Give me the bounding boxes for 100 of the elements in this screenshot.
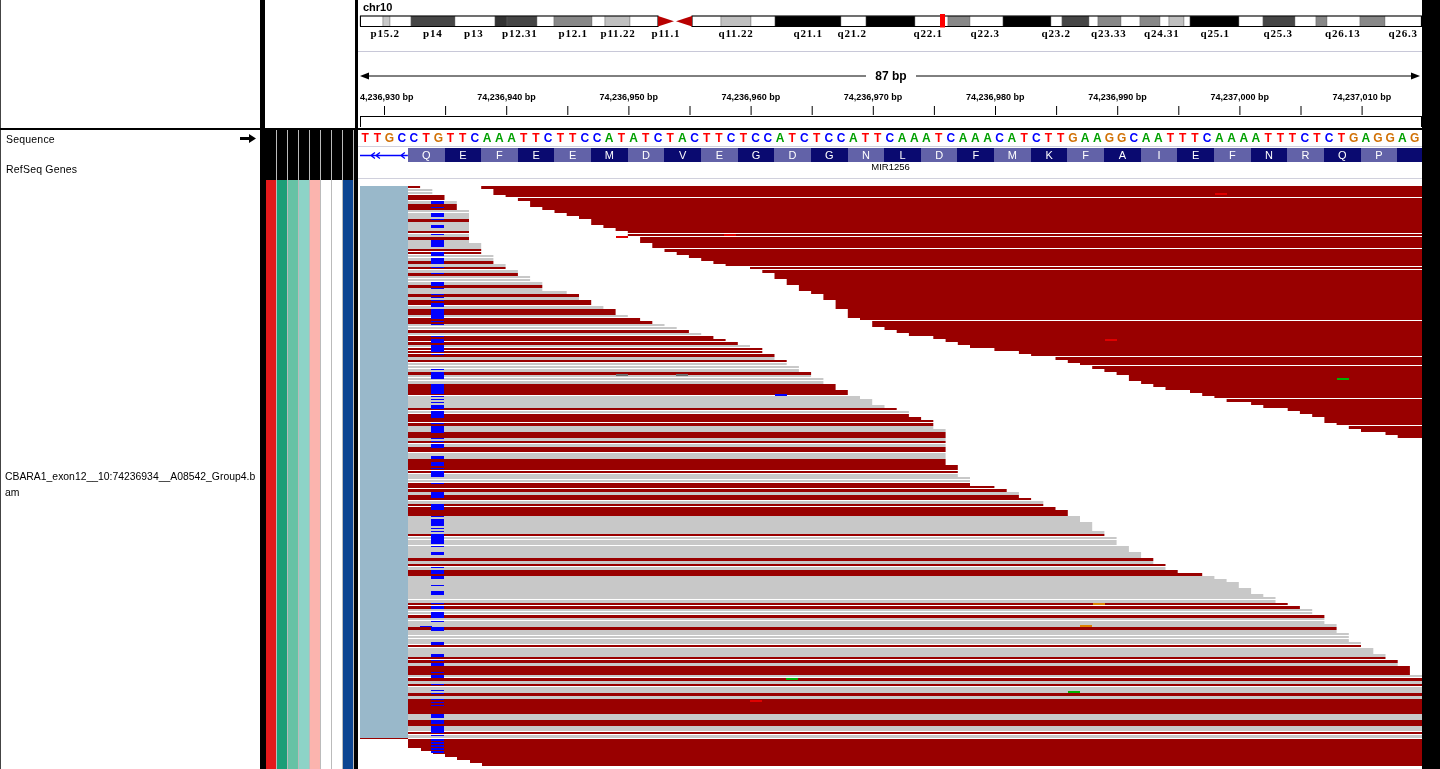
base-letter: C [1129,131,1139,145]
base-letter: C [690,131,699,145]
cytoband-label: p11.1 [651,28,681,39]
cytoband-label: p14 [423,28,443,39]
base-letter: A [1239,131,1249,145]
base-letter: C [653,131,663,145]
base-letter: A [1153,131,1163,145]
base-letter: A [604,131,614,145]
base-letter: C [1031,131,1041,145]
ruler-tick-label: 74,236,970 bp [843,92,903,102]
base-letter: T [446,131,455,145]
amino-acid-block: Q [407,148,445,162]
ruler-tick-label: 74,237,000 bp [1210,92,1269,102]
base-letter: T [459,131,467,145]
amino-acid-block: V [664,148,701,162]
base-letter: A [678,131,687,145]
base-letter: T [739,131,748,145]
gene-name: MIR1256 [871,162,910,172]
amino-acid-block: F [481,148,518,162]
ruler-tick-label: 74,236,980 bp [966,92,1025,102]
amino-acid-block: Q [1323,148,1361,162]
amino-acid-block: R [1287,148,1324,162]
chromosome-ideogram[interactable] [358,13,1422,28]
base-letter: A [482,131,492,145]
amino-acid-block: E [517,148,555,162]
base-letter: A [629,131,638,145]
base-letter: T [1337,131,1345,145]
base-letter: T [1313,131,1321,145]
base-letter: C [543,131,553,145]
base-letter: C [397,131,407,145]
base-letter: C [409,131,419,145]
base-letter: A [1092,131,1102,145]
partial-codon-block [1397,148,1422,162]
base-letter: T [703,131,711,145]
ruler-tick-label: 4,236,930 bp [360,92,414,102]
cytoband-label: q23.33 [1091,28,1127,39]
cytoband-label: p12.1 [558,28,588,39]
cytoband-label: p12.31 [502,28,538,39]
amino-acid-block: F [1213,148,1251,162]
base-letter: C [1300,131,1310,145]
base-letter: G [1068,131,1078,145]
base-letter: T [1276,131,1284,145]
base-letter: A [507,131,516,145]
amino-acid-block: M [591,148,628,162]
track-name[interactable]: Sequence [6,133,55,145]
base-letter: C [946,131,956,145]
amino-acid-block: E [444,148,482,162]
base-letter: T [715,131,723,145]
base-letter: T [1057,131,1065,145]
track-name[interactable]: CBARA1_exon12__10:74236934__A08542_Group4.bam [5,469,256,501]
amino-acid-block: D [920,148,958,162]
base-letter: C [1324,131,1334,145]
ruler-span-label: 87 bp [875,69,907,83]
base-letter: A [1227,131,1236,145]
base-letter: C [800,131,809,145]
base-letter: T [1020,131,1028,145]
cytoband-label: q22.1 [913,28,943,39]
base-letter: C [836,131,846,145]
base-letter: A [775,131,785,145]
base-letter: C [726,131,736,145]
amino-acid-block: F [1067,148,1105,162]
right-arrow-icon[interactable] [240,134,256,143]
ruler-tick-label: 74,236,960 bp [721,92,781,102]
cytoband-label: q11.22 [718,28,754,39]
cytoband-label: p15.2 [370,28,400,39]
cytoband-label: q21.1 [793,28,823,39]
base-letter: A [958,131,968,145]
base-letter: C [995,131,1004,145]
cytoband-label: q23.2 [1041,28,1071,39]
amino-acid-block: N [847,148,885,162]
base-letter: T [873,131,882,145]
cytoband-label: p13 [464,28,484,39]
base-letter: A [922,131,931,145]
base-letter: G [1117,131,1127,145]
amino-acid-block: I [1140,148,1178,162]
base-letter: T [812,131,821,145]
amino-acid-block: N [1250,148,1288,162]
base-letter: T [373,131,381,145]
track-name[interactable]: RefSeq Genes [6,163,78,175]
base-letter: C [824,131,834,145]
amino-acid-block: D [774,148,811,162]
cytoband-label: p11.22 [600,28,636,39]
cytoband-label: q25.1 [1200,28,1230,39]
cytoband-label: q26.3 [1388,28,1418,39]
base-letter: A [1251,131,1261,145]
amino-acid-block: L [884,148,921,162]
base-letter: G [1104,131,1115,145]
base-letter: T [617,131,626,145]
base-letter: A [1080,131,1090,145]
amino-acid-block: P [1360,148,1398,162]
base-letter: T [520,131,528,145]
base-letter: G [1348,131,1359,145]
base-letter: T [934,131,943,145]
base-letter: C [885,131,895,145]
base-letter: A [970,131,980,145]
base-letter: A [848,131,858,145]
amino-acid-block: E [554,148,592,162]
base-letter: A [1361,131,1371,145]
ruler-tick-label: 74,237,010 bp [1332,92,1392,102]
amino-acid-block: D [627,148,665,162]
